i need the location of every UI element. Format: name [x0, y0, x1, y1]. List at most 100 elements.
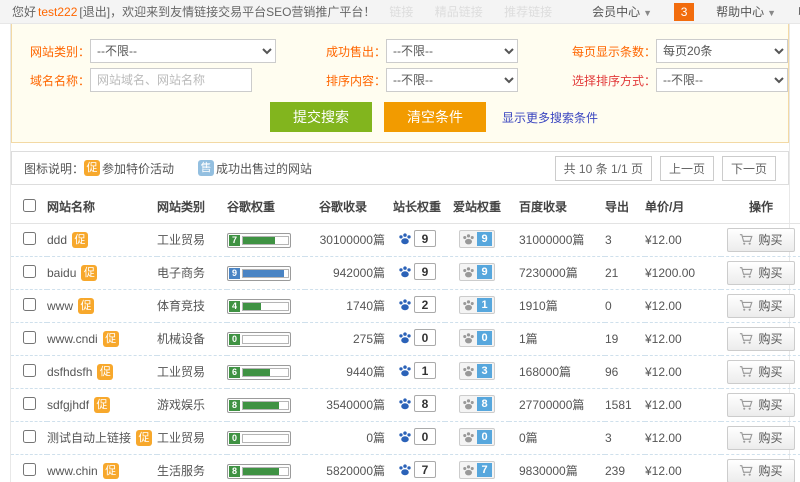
buy-button[interactable]: 购买	[727, 425, 795, 450]
aizhan-weight-widget: 9	[459, 263, 495, 282]
sold-status-select[interactable]: --不限--	[386, 39, 518, 63]
message-count-badge[interactable]: 3	[674, 2, 695, 21]
chinaz-weight-widget: 9	[398, 230, 436, 248]
header-action: 操作	[721, 191, 800, 224]
export-count: 239	[605, 463, 626, 478]
sort-content-select[interactable]: --不限--	[386, 68, 518, 92]
chinaz-weight-widget: 2	[398, 296, 436, 314]
paw-icon	[463, 234, 474, 245]
row-checkbox[interactable]	[22, 363, 36, 377]
site-name-link[interactable]: www	[47, 299, 73, 313]
row-checkbox[interactable]	[22, 264, 36, 278]
site-name-link[interactable]: baidu	[47, 266, 76, 280]
pagination-summary: 共 10 条 1/1 页	[554, 155, 652, 181]
header-google-index: 谷歌收录	[305, 191, 389, 224]
buy-button[interactable]: 购买	[727, 260, 795, 285]
row-checkbox[interactable]	[22, 231, 36, 245]
paw-icon	[463, 465, 474, 476]
row-checkbox[interactable]	[22, 396, 36, 410]
buy-button[interactable]: 购买	[727, 326, 795, 351]
google-pr-value: 0	[229, 333, 240, 345]
submit-search-button[interactable]: 提交搜索	[270, 102, 372, 132]
faded-nav: 链接 精品链接 推荐链接	[389, 3, 570, 20]
google-pr-bar	[242, 433, 289, 443]
site-name-link[interactable]: 测试自动上链接	[47, 431, 131, 445]
sort-mode-label: 选择排序方式：	[571, 73, 656, 88]
site-category: 体育竞技	[157, 299, 206, 313]
buy-button[interactable]: 购买	[727, 392, 795, 417]
sort-mode-select[interactable]: --不限--	[656, 68, 788, 92]
help-center-menu[interactable]: 帮助中心 ▼	[716, 3, 776, 20]
aizhan-weight-widget: 1	[459, 296, 495, 315]
site-name-link[interactable]: ddd	[47, 233, 67, 247]
paw-icon	[399, 266, 411, 277]
aizhan-weight-value: 7	[477, 463, 492, 478]
google-index-count: 1740篇	[346, 299, 385, 313]
select-all-checkbox[interactable]	[22, 198, 36, 212]
google-index-count: 5820000篇	[326, 464, 385, 478]
clear-filters-button[interactable]: 清空条件	[384, 102, 486, 132]
buy-button-label: 购买	[758, 266, 783, 280]
row-checkbox[interactable]	[22, 429, 36, 443]
table-row: ddd 促 工业贸易 7 30100000篇 9 9 31000000篇 3 ¥…	[11, 223, 800, 257]
row-checkbox[interactable]	[22, 462, 36, 476]
next-page-button[interactable]: 下一页	[721, 155, 776, 181]
more-filters-link[interactable]: 显示更多搜索条件	[502, 109, 598, 126]
promo-badge-icon: 促	[94, 396, 111, 413]
buy-button-label: 购买	[758, 299, 783, 313]
buy-button[interactable]: 购买	[727, 293, 795, 318]
baidu-index-count: 1910篇	[519, 299, 558, 313]
welcome-text: ，欢迎来到友情链接交易平台SEO营销推广平台！	[110, 5, 376, 19]
row-checkbox[interactable]	[22, 297, 36, 311]
paw-icon	[399, 332, 411, 343]
google-pr-meter: 8	[227, 397, 291, 413]
header-baidu-index: 百度收录	[509, 191, 605, 224]
greeting-text: 您好	[12, 5, 37, 19]
logout-link[interactable]: [退出]	[79, 3, 110, 20]
google-pr-bar	[242, 367, 289, 377]
chinaz-weight-widget: 0	[398, 329, 436, 347]
chinaz-weight-widget: 9	[398, 263, 436, 281]
google-pr-meter: 7	[227, 232, 291, 248]
per-page-select[interactable]: 每页20条	[656, 39, 788, 63]
site-category-select[interactable]: --不限--	[90, 39, 276, 63]
google-pr-bar	[242, 235, 289, 245]
table-row: sdfgjhdf 促 游戏娱乐 8 3540000篇 8 8 27700000篇…	[11, 388, 800, 422]
paw-icon	[399, 365, 411, 376]
site-name-link[interactable]: dsfhdsfh	[47, 365, 92, 379]
buy-button[interactable]: 购买	[727, 227, 795, 252]
header-export: 导出	[605, 191, 645, 224]
header-aizhan-weight: 爱站权重	[445, 191, 509, 224]
paw-icon	[399, 398, 411, 409]
site-category: 电子商务	[157, 266, 206, 280]
baidu-index-count: 7230000篇	[519, 266, 578, 280]
domain-name-input[interactable]	[90, 68, 252, 92]
header-category: 网站类别	[157, 191, 227, 224]
row-checkbox[interactable]	[22, 330, 36, 344]
chinaz-weight-widget: 1	[398, 362, 436, 380]
chinaz-weight-widget: 8	[398, 395, 436, 413]
sold-status-label: 成功售出：	[325, 44, 386, 59]
site-name-link[interactable]: www.chin	[47, 464, 98, 478]
price-per-month: ¥12.00	[645, 232, 682, 247]
topbar: 您好 test222 [退出] ，欢迎来到友情链接交易平台SEO营销推广平台！ …	[0, 0, 800, 24]
site-name-link[interactable]: sdfgjhdf	[47, 398, 89, 412]
faded-nav-item: 精品链接	[434, 5, 483, 19]
member-center-menu[interactable]: 会员中心 ▼	[592, 3, 652, 20]
cart-icon	[740, 399, 754, 410]
buy-button-label: 购买	[758, 332, 783, 346]
site-category: 游戏娱乐	[157, 398, 206, 412]
chinaz-weight-widget: 7	[398, 461, 436, 479]
export-count: 1581	[605, 397, 632, 412]
promo-legend-text: 参加特价活动	[102, 161, 175, 176]
google-pr-bar	[242, 400, 289, 410]
baidu-index-count: 31000000篇	[519, 233, 585, 247]
google-index-count: 30100000篇	[319, 233, 385, 247]
prev-page-button[interactable]: 上一页	[659, 155, 714, 181]
price-per-month: ¥12.00	[645, 364, 682, 379]
buy-button[interactable]: 购买	[727, 458, 795, 482]
google-pr-value: 8	[229, 399, 240, 411]
table-header-row: 网站名称 网站类别 谷歌权重 谷歌收录 站长权重 爱站权重 百度收录 导出 单价…	[11, 191, 800, 224]
site-name-link[interactable]: www.cndi	[47, 332, 98, 346]
buy-button[interactable]: 购买	[727, 359, 795, 384]
